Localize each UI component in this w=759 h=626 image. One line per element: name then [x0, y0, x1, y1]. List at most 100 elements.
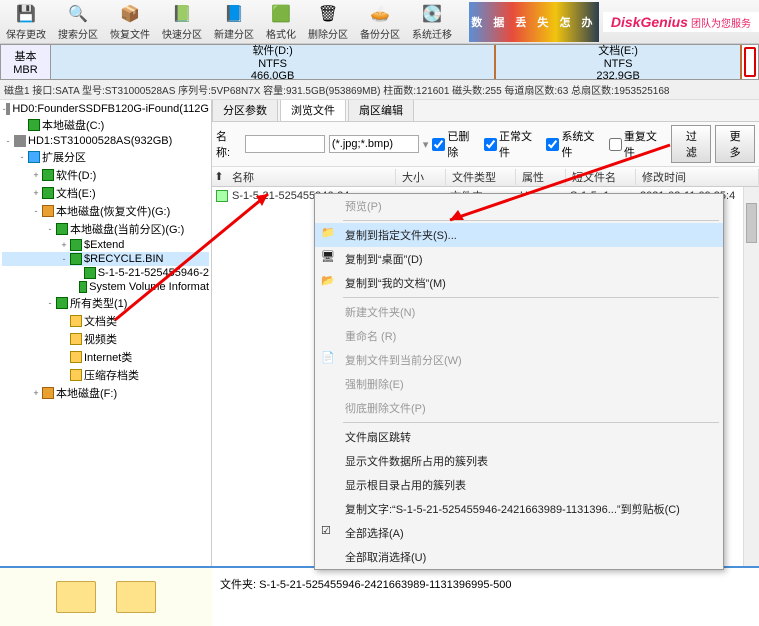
- context-menu[interactable]: 预览(P)📁复制到指定文件夹(S)...🖥复制到“桌面”(D)📂复制到“我的文档…: [314, 193, 724, 570]
- tab-2[interactable]: 扇区编辑: [348, 100, 414, 121]
- toolbar-label: 删除分区: [308, 26, 348, 41]
- col-mtime[interactable]: 修改时间: [636, 169, 759, 185]
- menu-label: 复制文件到当前分区(W): [345, 355, 462, 367]
- tree-expander[interactable]: [58, 334, 70, 344]
- disk-layout-bar: 基本 MBR 软件(D:) NTFS 466.0GB 文档(E:) NTFS 2…: [0, 44, 759, 80]
- toolbar-保存更改[interactable]: 💾保存更改: [0, 0, 52, 43]
- tree-expander[interactable]: -: [58, 254, 70, 264]
- menu-item[interactable]: 复制文字:“S-1-5-21-525455946-2421663989-1131…: [315, 497, 723, 521]
- tree-expander[interactable]: [72, 268, 84, 278]
- col-size[interactable]: 大小: [396, 169, 446, 185]
- menu-item[interactable]: 📁复制到指定文件夹(S)...: [315, 223, 723, 247]
- toolbar-快速分区[interactable]: 📗快速分区: [156, 0, 208, 43]
- cb-system-label: 系统文件: [561, 128, 604, 160]
- row-checkbox[interactable]: [216, 190, 228, 202]
- cb-deleted[interactable]: 已删除: [432, 128, 480, 160]
- tree-label: Internet类: [84, 349, 132, 365]
- tree-expander[interactable]: -: [30, 206, 42, 216]
- menu-item[interactable]: 文件扇区跳转: [315, 425, 723, 449]
- tree-node[interactable]: -扩展分区: [2, 148, 209, 166]
- tree-node[interactable]: Internet类: [2, 348, 209, 366]
- tree-node[interactable]: -本地磁盘(恢复文件)(G:): [2, 202, 209, 220]
- folder-icon: [70, 351, 82, 363]
- partition-tree[interactable]: -HD0:FounderSSDFB120G-iFound(112G 本地磁盘(C…: [0, 100, 212, 568]
- tree-node[interactable]: +软件(D:): [2, 166, 209, 184]
- toolbar-icon: 🟩: [269, 2, 293, 26]
- dropdown-icon[interactable]: ▾: [423, 138, 429, 151]
- menu-item[interactable]: ☑全部选择(A): [315, 521, 723, 545]
- partition-d[interactable]: 软件(D:) NTFS 466.0GB: [51, 45, 496, 79]
- tree-expander[interactable]: -: [44, 224, 56, 234]
- hdd-icon: [14, 135, 26, 147]
- tree-node[interactable]: -$RECYCLE.BIN: [2, 252, 209, 266]
- tree-expander[interactable]: +: [58, 240, 70, 250]
- tree-node[interactable]: -HD0:FounderSSDFB120G-iFound(112G: [2, 102, 209, 116]
- tree-expander[interactable]: +: [30, 170, 42, 180]
- cb-system[interactable]: 系统文件: [546, 128, 604, 160]
- col-attr[interactable]: 属性: [516, 169, 566, 185]
- tree-node[interactable]: S-1-5-21-525455946-2: [2, 266, 209, 280]
- menu-item[interactable]: 显示根目录占用的簇列表: [315, 473, 723, 497]
- tree-expander[interactable]: [58, 370, 70, 380]
- disk-basic-label: 基本: [1, 48, 50, 64]
- partition-e[interactable]: 文档(E:) NTFS 232.9GB: [496, 45, 742, 79]
- filter-button[interactable]: 过滤: [671, 125, 711, 163]
- tree-expander[interactable]: [58, 352, 70, 362]
- col-name[interactable]: 名称: [226, 169, 396, 185]
- toolbar-icon: 📦: [118, 2, 142, 26]
- menu-item[interactable]: 显示文件数据所占用的簇列表: [315, 449, 723, 473]
- banner-brand: DiskGenius: [611, 14, 688, 30]
- folder-thumb[interactable]: [56, 581, 96, 613]
- tree-node[interactable]: 本地磁盘(C:): [2, 116, 209, 134]
- vertical-scrollbar[interactable]: [743, 187, 759, 568]
- menu-item[interactable]: 🖥复制到“桌面”(D): [315, 247, 723, 271]
- menu-item[interactable]: 📂复制到“我的文档”(M): [315, 271, 723, 295]
- cb-normal[interactable]: 正常文件: [484, 128, 542, 160]
- tree-node[interactable]: 视频类: [2, 330, 209, 348]
- tree-expander[interactable]: [72, 282, 79, 292]
- green-icon: [79, 281, 87, 293]
- filter-name-input[interactable]: [245, 135, 325, 153]
- toolbar-搜索分区[interactable]: 🔍搜索分区: [52, 0, 104, 43]
- up-icon[interactable]: ⬆: [212, 170, 226, 183]
- tree-node[interactable]: -本地磁盘(当前分区)(G:): [2, 220, 209, 238]
- tree-expander[interactable]: +: [30, 188, 42, 198]
- tree-expander[interactable]: [58, 316, 70, 326]
- tree-expander[interactable]: -: [2, 136, 14, 146]
- partition-e-title: 文档(E:): [598, 42, 638, 58]
- toolbar-备份分区[interactable]: 🥧备份分区: [354, 0, 406, 43]
- toolbar-恢复文件[interactable]: 📦恢复文件: [104, 0, 156, 43]
- tree-node[interactable]: -所有类型(1): [2, 294, 209, 312]
- tree-node[interactable]: +$Extend: [2, 238, 209, 252]
- banner: 数 据 丢 失 怎 办 DiskGenius 团队为您服务: [469, 0, 759, 44]
- tree-node[interactable]: - HD1:ST31000528AS(932GB): [2, 134, 209, 148]
- tree-label: HD1:ST31000528AS(932GB): [28, 135, 172, 147]
- col-type[interactable]: 文件类型: [446, 169, 516, 185]
- more-button[interactable]: 更多: [715, 125, 755, 163]
- tree-node[interactable]: +本地磁盘(F:): [2, 384, 209, 402]
- cb-dup[interactable]: 重复文件: [609, 128, 667, 160]
- scrollbar-thumb[interactable]: [746, 203, 757, 243]
- tree-expander[interactable]: -: [16, 152, 28, 162]
- tree-expander[interactable]: [16, 120, 28, 130]
- toolbar-label: 恢复文件: [110, 26, 150, 41]
- tree-expander[interactable]: -: [44, 298, 56, 308]
- folder-thumb[interactable]: [116, 581, 156, 613]
- tree-node[interactable]: 文档类: [2, 312, 209, 330]
- toolbar-label: 备份分区: [360, 26, 400, 41]
- toolbar-删除分区[interactable]: 🗑删除分区: [302, 0, 354, 43]
- toolbar-icon: 📗: [170, 2, 194, 26]
- toolbar-系统迁移[interactable]: 💽系统迁移: [406, 0, 458, 43]
- tab-0[interactable]: 分区参数: [212, 100, 278, 121]
- tree-expander[interactable]: +: [30, 388, 42, 398]
- menu-icon: 📂: [321, 274, 337, 288]
- menu-item[interactable]: 全部取消选择(U): [315, 545, 723, 569]
- toolbar-新建分区[interactable]: 📘新建分区: [208, 0, 260, 43]
- toolbar-格式化[interactable]: 🟩格式化: [260, 0, 302, 43]
- tab-1[interactable]: 浏览文件: [280, 100, 346, 121]
- filter-type-input[interactable]: [329, 135, 419, 153]
- tree-node[interactable]: +文档(E:): [2, 184, 209, 202]
- col-short[interactable]: 短文件名: [566, 169, 636, 185]
- tree-node[interactable]: System Volume Informat: [2, 280, 209, 294]
- tree-node[interactable]: 压缩存档类: [2, 366, 209, 384]
